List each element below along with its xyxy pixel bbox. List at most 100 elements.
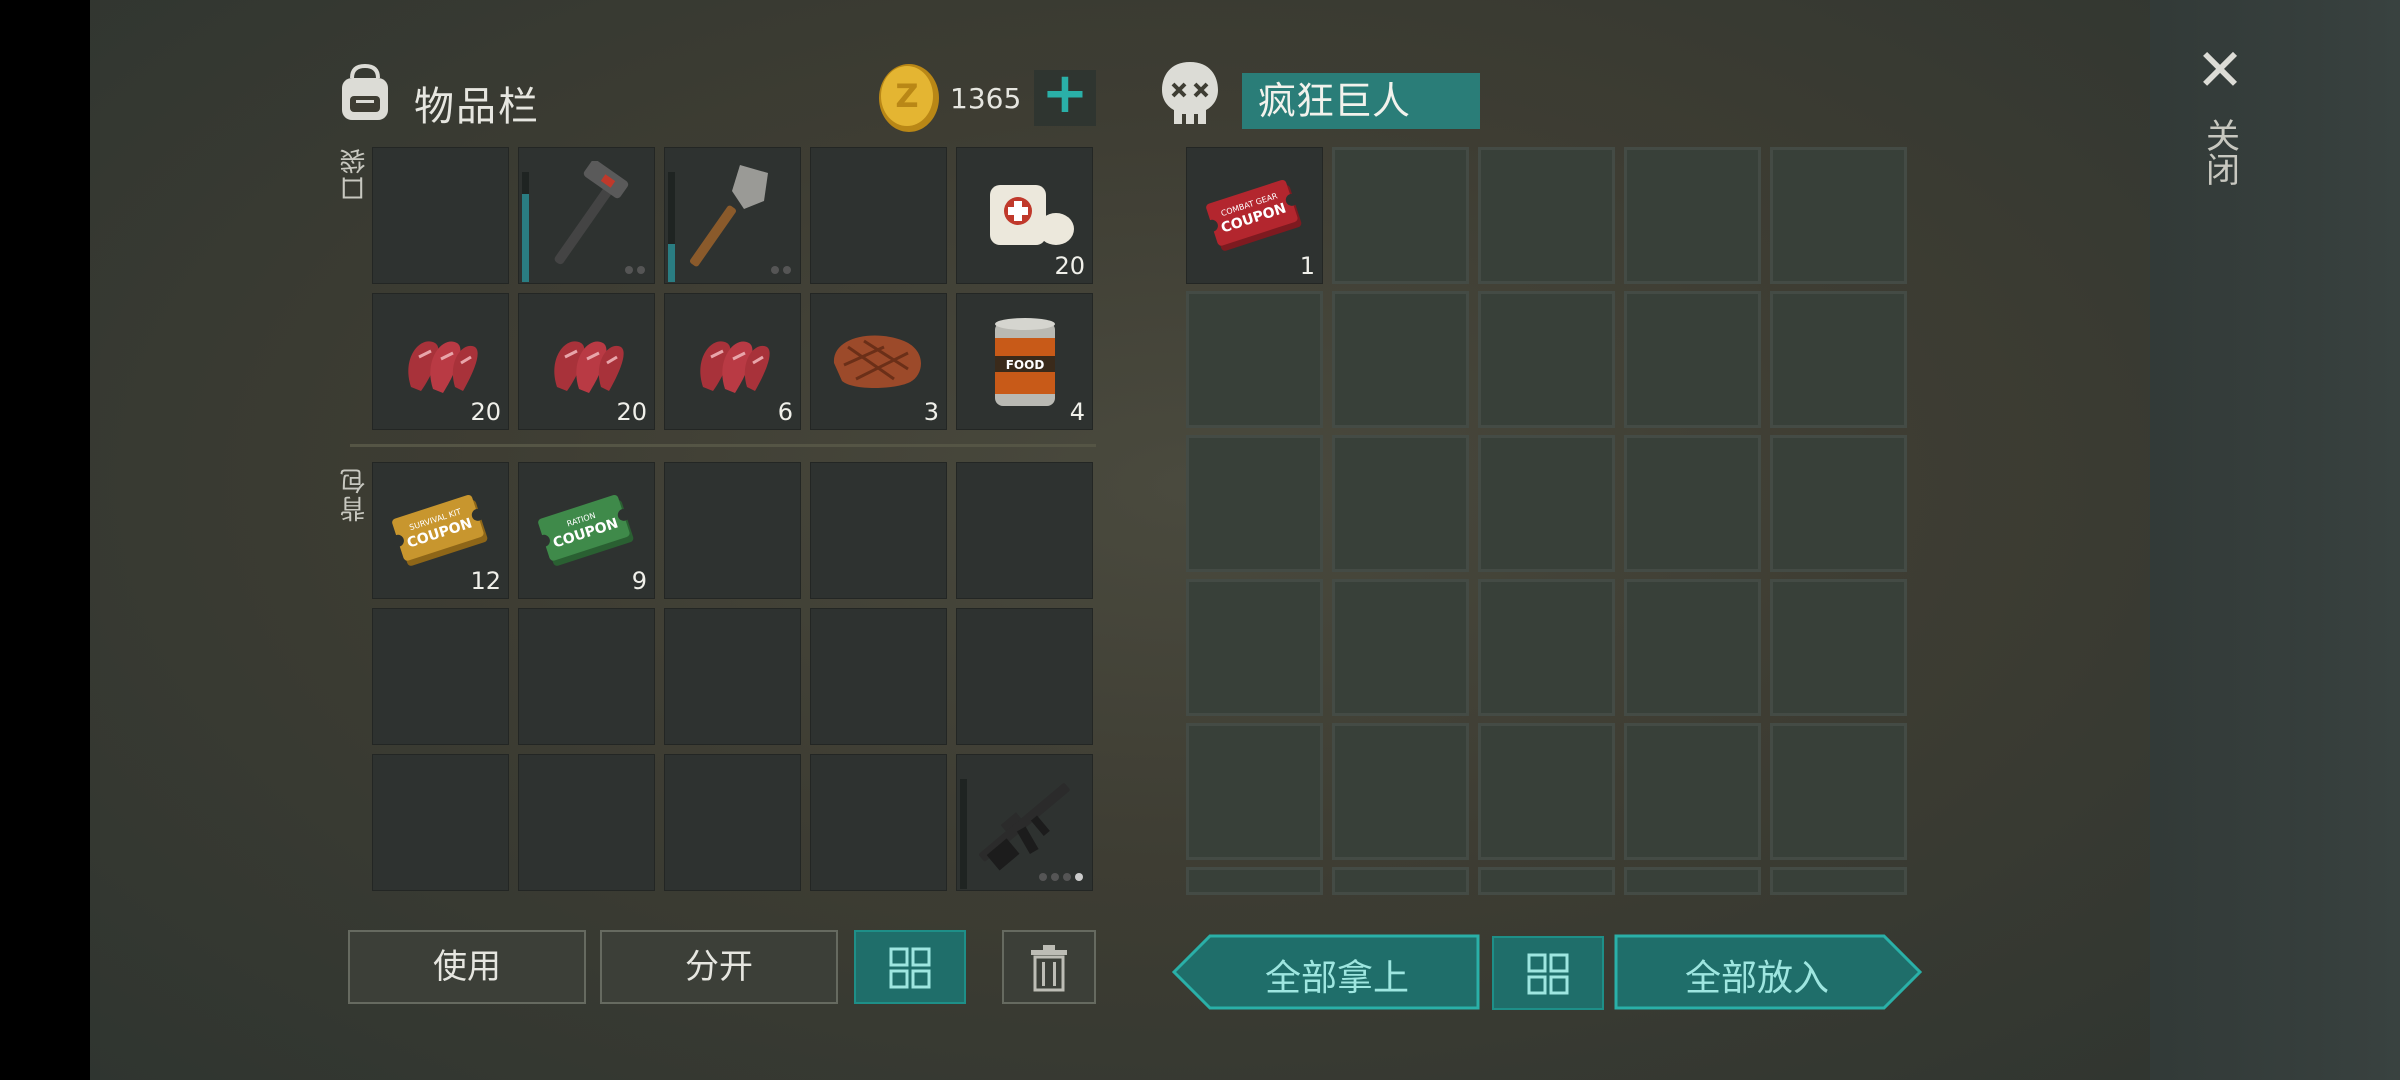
loot-slot[interactable] [1624,867,1761,895]
backpack-slot[interactable] [810,462,947,599]
loot-slot[interactable] [1770,147,1907,284]
section-divider [350,444,1096,447]
upgrade-dots [771,266,791,274]
durability-bar [668,172,675,282]
assault-rifle-icon [956,754,1093,891]
loot-slot[interactable] [1770,435,1907,572]
put-all-label: 全部放入 [1684,958,1829,999]
upgrade-dots [625,266,645,274]
loot-slot[interactable] [1186,723,1323,860]
skull-icon [1162,62,1218,124]
backpack-slot[interactable] [956,754,1093,891]
backpack-slot[interactable]: RATION COUPON 9 [518,462,655,599]
pocket-slot[interactable] [518,147,655,284]
add-coins-button[interactable]: + [1034,61,1096,126]
loot-slot[interactable] [1624,147,1761,284]
pocket-slot[interactable]: 3 [810,293,947,430]
loot-slot[interactable] [1332,147,1469,284]
close-icon: ✕ [2195,36,2245,104]
backpack-slot[interactable] [664,462,801,599]
loot-slot[interactable] [1332,579,1469,716]
pocket-slot[interactable]: 20 [956,147,1093,284]
backpack-slot[interactable] [518,608,655,745]
svg-text:FOOD: FOOD [1005,358,1044,372]
loot-slot[interactable] [1624,291,1761,428]
item-count: 1 [1299,252,1315,280]
pocket-slot[interactable]: FOOD 4 [956,293,1093,430]
item-count: 9 [631,567,647,595]
use-button[interactable]: 使用 [348,930,586,1004]
delete-button[interactable] [1002,930,1096,1004]
pocket-slot[interactable]: 20 [372,293,509,430]
backpack-slot[interactable] [664,608,801,745]
item-count: 20 [616,398,647,426]
item-count: 20 [1054,252,1085,280]
loot-slot[interactable] [1478,291,1615,428]
sort-button[interactable] [854,930,966,1004]
plus-icon: + [1041,61,1089,126]
backpack-label: 背包 [340,466,370,522]
loot-slot[interactable] [1770,723,1907,860]
pocket-slot[interactable]: 6 [664,293,801,430]
pocket-label: 口袋 [340,146,370,202]
pocket-slot[interactable] [372,147,509,284]
loot-slot[interactable] [1770,291,1907,428]
loot-slot[interactable] [1624,723,1761,860]
backpack-slot[interactable] [518,754,655,891]
durability-bar [960,779,967,889]
loot-slot[interactable] [1332,291,1469,428]
upgrade-dots [1039,873,1083,881]
loot-slot[interactable] [1624,435,1761,572]
backpack-slot[interactable]: SURVIVAL KIT COUPON 12 [372,462,509,599]
pocket-slot[interactable] [664,147,801,284]
grid-sort-icon [1527,953,1569,995]
take-all-label: 全部拿上 [1264,958,1409,999]
loot-owner-name: 疯狂巨人 [1242,73,1480,129]
backpack-icon [342,63,388,120]
loot-slot[interactable] [1770,867,1907,895]
durability-bar [522,172,529,282]
loot-slot[interactable] [1478,723,1615,860]
split-button[interactable]: 分开 [600,930,838,1004]
close-label: 关闭 [2199,118,2240,186]
close-button[interactable]: ✕ 关闭 [2190,40,2250,200]
close-panel-strip [2150,0,2400,1080]
item-count: 6 [777,398,793,426]
loot-slot[interactable] [1186,291,1323,428]
item-count: 4 [1069,398,1085,426]
pocket-slot[interactable] [810,147,947,284]
item-count: 20 [470,398,501,426]
loot-slot[interactable] [1624,579,1761,716]
loot-slot[interactable] [1478,435,1615,572]
loot-slot[interactable] [1186,435,1323,572]
coin-count: 1365 [950,82,1022,115]
grid-sort-icon [889,947,931,989]
take-all-button[interactable]: 全部拿上 [1172,934,1480,1010]
backpack-slot[interactable] [664,754,801,891]
backpack-slot[interactable] [372,608,509,745]
put-all-button[interactable]: 全部放入 [1614,934,1922,1010]
loot-slot[interactable]: COMBAT GEAR COUPON 1 [1186,147,1323,284]
backpack-slot[interactable] [372,754,509,891]
pocket-slot[interactable]: 20 [518,293,655,430]
loot-slot[interactable] [1478,147,1615,284]
shovel-icon [664,147,801,284]
loot-slot[interactable] [1186,867,1323,895]
loot-slot[interactable] [1332,435,1469,572]
loot-slot[interactable] [1478,867,1615,895]
coin-icon: Z [879,64,939,132]
inventory-title: 物品栏 [414,84,540,130]
loot-slot[interactable] [1186,579,1323,716]
svg-text:Z: Z [895,77,918,115]
item-count: 12 [470,567,501,595]
loot-slot[interactable] [1332,723,1469,860]
loot-slot[interactable] [1478,579,1615,716]
backpack-slot[interactable] [956,608,1093,745]
item-count: 3 [923,398,939,426]
loot-slot[interactable] [1770,579,1907,716]
loot-slot[interactable] [1332,867,1469,895]
backpack-slot[interactable] [810,754,947,891]
loot-sort-button[interactable] [1492,936,1604,1010]
backpack-slot[interactable] [956,462,1093,599]
backpack-slot[interactable] [810,608,947,745]
